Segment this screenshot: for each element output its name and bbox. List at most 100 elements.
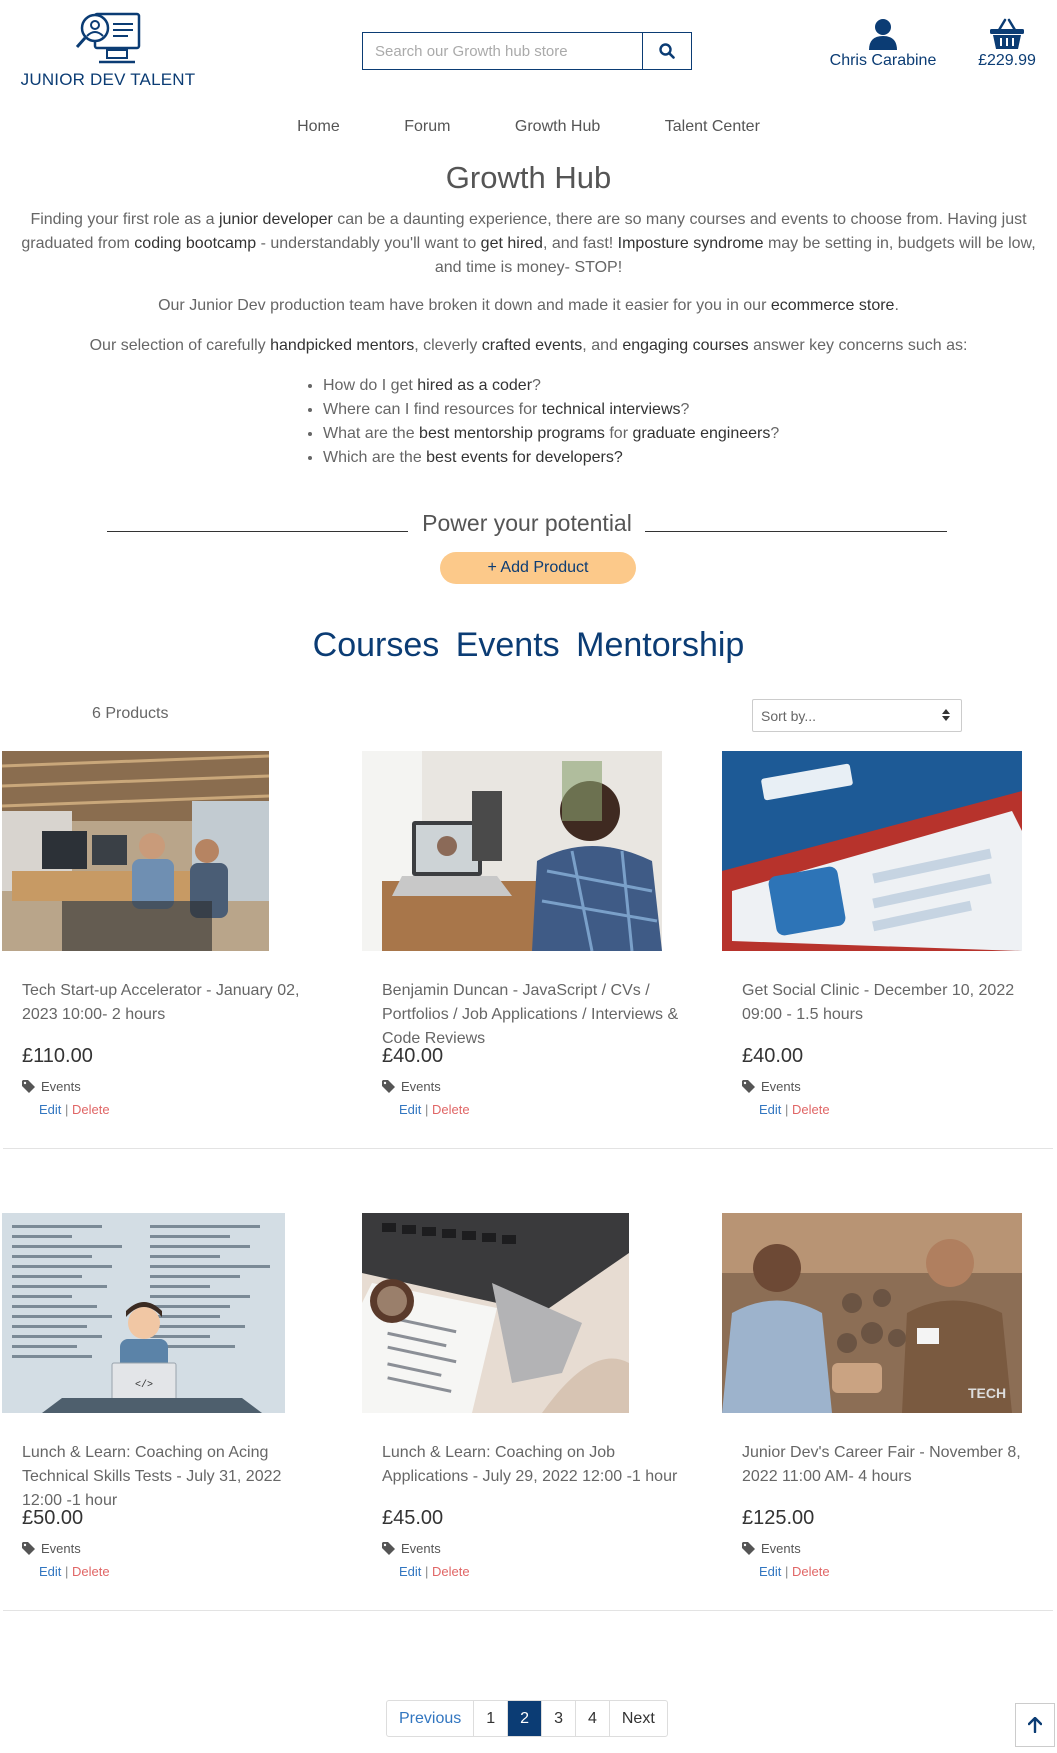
list-item: Which are the best events for developers… <box>323 446 1057 470</box>
product-title[interactable]: Junior Dev's Career Fair - November 8, 2… <box>742 1441 1042 1489</box>
tag-icon <box>382 1542 395 1555</box>
user-icon <box>869 19 897 50</box>
pagination-page-1[interactable]: 1 <box>473 1701 507 1736</box>
product-card[interactable]: TECH Junior Dev's Career Fair - November… <box>722 1213 1057 1613</box>
category-courses-link[interactable]: Courses <box>313 626 440 665</box>
back-to-top-button[interactable] <box>1015 1703 1055 1747</box>
list-item: How do I get hired as a coder? <box>323 374 1057 398</box>
product-price: £40.00 <box>382 1045 444 1067</box>
product-image[interactable] <box>362 751 662 951</box>
nav-item-talent-center[interactable]: Talent Center <box>665 118 760 136</box>
product-price: £110.00 <box>22 1045 93 1067</box>
pagination: Previous 1 2 3 4 Next <box>386 1700 668 1737</box>
product-category-label: Events <box>41 1079 81 1094</box>
delete-link[interactable]: Delete <box>432 1564 470 1579</box>
product-image[interactable] <box>2 751 269 951</box>
product-image[interactable] <box>722 751 1022 951</box>
product-title[interactable]: Get Social Clinic - December 10, 2022 09… <box>742 979 1042 1027</box>
concerns-list: How do I get hired as a coder? Where can… <box>0 374 1057 470</box>
product-price: £125.00 <box>742 1507 815 1529</box>
product-category[interactable]: Events <box>382 1541 441 1556</box>
svg-text:TECH: TECH <box>968 1385 1006 1401</box>
sort-select[interactable]: Sort by... <box>752 699 962 732</box>
developer-logo-icon <box>75 12 141 64</box>
product-category-label: Events <box>41 1541 81 1556</box>
nav-item-growth-hub[interactable]: Growth Hub <box>515 118 600 136</box>
pagination-page-2[interactable]: 2 <box>507 1701 542 1736</box>
pagination-page-3[interactable]: 3 <box>541 1701 575 1736</box>
product-card[interactable]: Tech Start-up Accelerator - January 02, … <box>2 751 347 1151</box>
list-item: Where can I find resources for technical… <box>323 398 1057 422</box>
product-category[interactable]: Events <box>22 1079 81 1094</box>
divider-line-right <box>645 531 947 532</box>
action-separator: | <box>425 1564 429 1579</box>
product-title[interactable]: Lunch & Learn: Coaching on Acing Technic… <box>22 1441 322 1513</box>
product-card[interactable]: </> Lunch & Learn: Coaching on Acing Tec… <box>2 1213 347 1613</box>
section-divider: Power your potential <box>107 510 947 540</box>
category-events-link[interactable]: Events <box>456 626 560 665</box>
product-category-label: Events <box>401 1079 441 1094</box>
edit-link[interactable]: Edit <box>39 1564 61 1579</box>
edit-link[interactable]: Edit <box>399 1102 421 1117</box>
delete-link[interactable]: Delete <box>72 1564 110 1579</box>
action-separator: | <box>785 1564 789 1579</box>
account-name: Chris Carabine <box>829 52 937 69</box>
product-admin-actions: Edit | Delete <box>39 1564 110 1579</box>
product-card[interactable]: Benjamin Duncan - JavaScript / CVs / Por… <box>362 751 707 1151</box>
pagination-page-4[interactable]: 4 <box>574 1701 609 1736</box>
category-mentorship-link[interactable]: Mentorship <box>576 626 744 665</box>
pagination-next[interactable]: Next <box>608 1701 667 1736</box>
delete-link[interactable]: Delete <box>72 1102 110 1117</box>
add-product-button[interactable]: + Add Product <box>440 552 636 584</box>
main-nav: Home Forum Growth Hub Talent Center <box>0 118 1057 136</box>
product-admin-actions: Edit | Delete <box>759 1102 830 1117</box>
laptop-resume-photo <box>362 1213 629 1413</box>
pagination-previous[interactable]: Previous <box>387 1701 473 1736</box>
product-title[interactable]: Tech Start-up Accelerator - January 02, … <box>22 979 322 1027</box>
account-link[interactable]: Chris Carabine <box>825 18 941 70</box>
product-title[interactable]: Benjamin Duncan - JavaScript / CVs / Por… <box>382 979 682 1051</box>
basket-icon <box>990 18 1024 49</box>
tag-icon <box>382 1080 395 1093</box>
product-category[interactable]: Events <box>742 1541 801 1556</box>
nav-item-home[interactable]: Home <box>297 118 340 136</box>
product-admin-actions: Edit | Delete <box>759 1564 830 1579</box>
product-image[interactable]: TECH <box>722 1213 1022 1413</box>
office-coworking-photo <box>2 751 269 951</box>
action-separator: | <box>425 1102 429 1117</box>
product-category-label: Events <box>761 1079 801 1094</box>
sort-arrows-icon <box>942 709 950 721</box>
product-card[interactable]: Lunch & Learn: Coaching on Job Applicati… <box>362 1213 707 1613</box>
product-category[interactable]: Events <box>382 1079 441 1094</box>
delete-link[interactable]: Delete <box>792 1102 830 1117</box>
delete-link[interactable]: Delete <box>432 1102 470 1117</box>
edit-link[interactable]: Edit <box>399 1564 421 1579</box>
search-input[interactable] <box>363 33 642 69</box>
product-admin-actions: Edit | Delete <box>39 1102 110 1117</box>
delete-link[interactable]: Delete <box>792 1564 830 1579</box>
tag-icon <box>22 1542 35 1555</box>
product-category[interactable]: Events <box>22 1541 81 1556</box>
basket-link[interactable]: £229.99 <box>965 18 1049 70</box>
search-button[interactable] <box>642 33 691 69</box>
product-title[interactable]: Lunch & Learn: Coaching on Job Applicati… <box>382 1441 682 1489</box>
product-price: £40.00 <box>742 1045 804 1067</box>
edit-link[interactable]: Edit <box>759 1102 781 1117</box>
career-fair-photo: TECH <box>722 1213 1022 1413</box>
tag-icon <box>22 1080 35 1093</box>
edit-link[interactable]: Edit <box>39 1102 61 1117</box>
intro-paragraph-1: Finding your first role as a junior deve… <box>21 211 1036 276</box>
tag-icon <box>742 1542 755 1555</box>
intro-paragraph-3: Our selection of carefully handpicked me… <box>89 337 968 354</box>
product-card[interactable]: Get Social Clinic - December 10, 2022 09… <box>722 751 1057 1151</box>
logo[interactable]: JUNIOR DEV TALENT <box>18 10 198 90</box>
product-image[interactable]: </> <box>2 1213 285 1413</box>
nav-item-forum[interactable]: Forum <box>404 118 450 136</box>
product-image[interactable] <box>362 1213 629 1413</box>
action-separator: | <box>65 1102 69 1117</box>
product-category[interactable]: Events <box>742 1079 801 1094</box>
edit-link[interactable]: Edit <box>759 1564 781 1579</box>
row-separator <box>3 1610 1053 1611</box>
product-price: £50.00 <box>22 1507 84 1529</box>
action-separator: | <box>65 1564 69 1579</box>
